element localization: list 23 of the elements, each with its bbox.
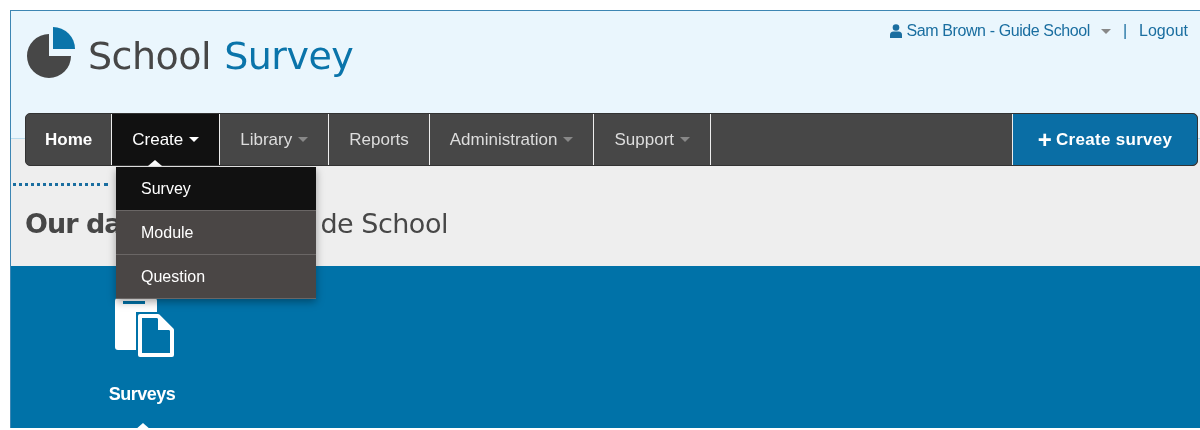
nav-tab[interactable]: Create [112,114,221,165]
logo-text: Survey [224,33,354,79]
page-heading: de School [320,208,448,239]
caret-icon [189,137,200,142]
nav-tab[interactable]: Administration [429,114,595,165]
documents-icon [115,298,177,360]
menu-item[interactable]: Question [116,255,316,299]
user-menu[interactable]: Sam Brown - Guide School [889,22,1111,40]
caret-icon [563,137,574,142]
menu-item[interactable]: Survey [116,167,316,211]
nav-tab[interactable]: Support [594,114,712,165]
nav-tab[interactable]: Library [220,114,330,165]
tile-label: Surveys [108,384,176,405]
create-survey-button[interactable]: + Create survey [1012,114,1197,165]
logout-link[interactable]: Logout [1139,22,1188,40]
nav-tab[interactable]: Reports [329,114,430,165]
logo-text: School [88,33,212,79]
caret-icon [298,137,309,142]
user-icon [889,24,902,38]
separator: | [1122,22,1128,40]
caret-icon [1100,28,1111,34]
caret-icon [680,137,691,142]
menu-item[interactable]: Module [116,211,316,255]
